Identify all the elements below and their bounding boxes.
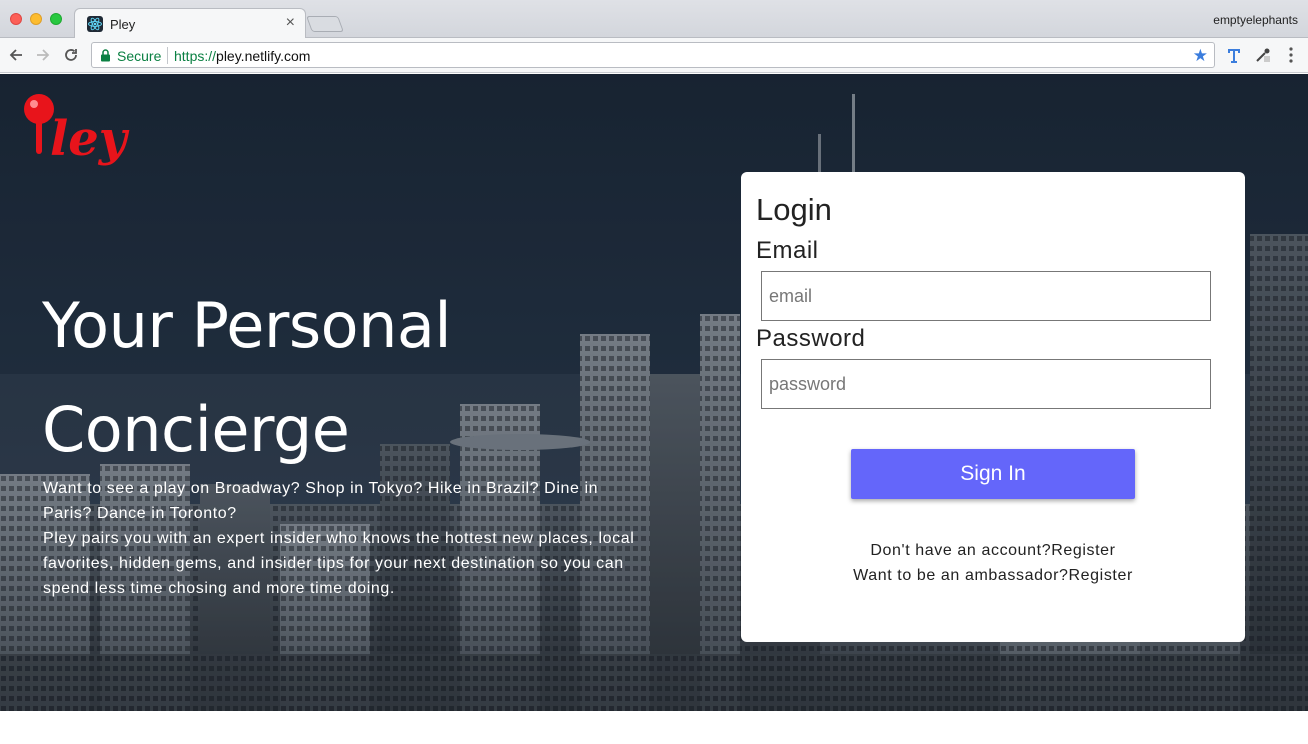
close-window-button[interactable]	[10, 13, 22, 25]
address-bar[interactable]: Secure https://pley.netlify.com ★	[91, 42, 1215, 68]
minimize-window-button[interactable]	[30, 13, 42, 25]
arrow-left-icon[interactable]	[5, 44, 27, 66]
profile-name[interactable]: emptyelephants	[1213, 13, 1298, 27]
eyedropper-icon[interactable]	[1252, 44, 1274, 66]
register-link[interactable]: Register	[1051, 542, 1115, 559]
star-icon[interactable]: ★	[1193, 46, 1208, 66]
login-title: Login	[756, 192, 832, 227]
browser-toolbar: Secure https://pley.netlify.com ★	[0, 38, 1308, 73]
password-field[interactable]	[761, 359, 1211, 409]
headline-line-2: Concierge	[42, 393, 350, 466]
browser-tab-bar: Pley × emptyelephants	[0, 0, 1308, 39]
kebab-menu-icon[interactable]	[1280, 44, 1302, 66]
intro-paragraph-2: Pley pairs you with an expert insider wh…	[43, 530, 635, 597]
zoom-window-button[interactable]	[50, 13, 62, 25]
ambassador-prompt: Want to be an ambassador?	[853, 567, 1069, 584]
secure-label: Secure	[117, 48, 162, 64]
sign-in-button[interactable]: Sign In	[851, 449, 1135, 499]
hero-intro: Want to see a play on Broadway? Shop in …	[43, 476, 643, 601]
lock-icon	[100, 49, 111, 67]
register-line: Don't have an account?Register	[741, 542, 1245, 560]
address-separator	[167, 47, 168, 64]
reload-icon[interactable]	[60, 44, 82, 66]
hero-section: ley Your Personal Concierge Want to see …	[0, 74, 1308, 711]
email-field[interactable]	[761, 271, 1211, 321]
map-pin-icon: ley	[24, 94, 130, 167]
new-tab-button[interactable]	[306, 16, 344, 32]
ambassador-line: Want to be an ambassador?Register	[741, 567, 1245, 585]
ambassador-register-link[interactable]: Register	[1069, 567, 1133, 584]
logo-text: ley	[50, 111, 130, 167]
url-text[interactable]: https://pley.netlify.com	[174, 48, 310, 64]
tab-title: Pley	[110, 17, 136, 32]
headline-line-1: Your Personal	[42, 289, 452, 362]
arrow-right-icon[interactable]	[32, 44, 54, 66]
url-host: pley.netlify.com	[216, 48, 311, 64]
url-scheme: https://	[174, 48, 217, 64]
login-card: Login Email Password Sign In Don't have …	[741, 172, 1245, 642]
password-label: Password	[756, 325, 866, 352]
hero-headline: Your Personal Concierge	[42, 274, 662, 482]
browser-tab-active[interactable]: Pley ×	[74, 8, 306, 39]
register-prompt: Don't have an account?	[870, 542, 1052, 559]
intro-paragraph-1: Want to see a play on Broadway? Shop in …	[43, 480, 599, 522]
pley-logo[interactable]: ley	[22, 92, 138, 185]
react-favicon-icon	[87, 16, 103, 32]
tab-close-icon[interactable]: ×	[286, 14, 295, 32]
email-label: Email	[756, 237, 819, 264]
t-extension-icon[interactable]	[1223, 44, 1245, 66]
